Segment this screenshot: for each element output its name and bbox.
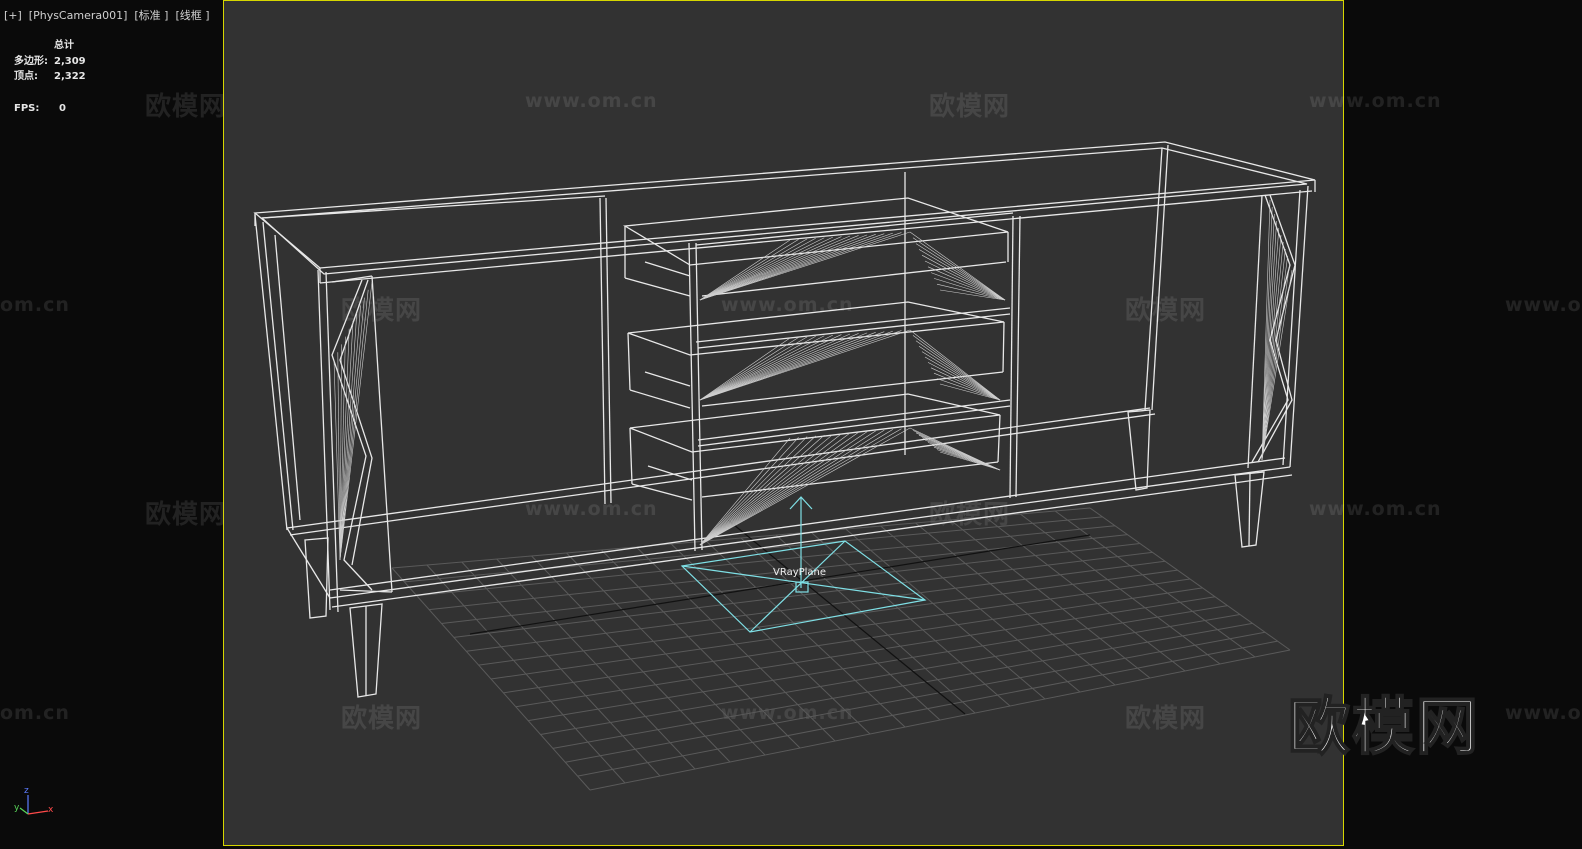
grid-line: [984, 516, 1186, 672]
string-line: [936, 283, 1006, 301]
viewport[interactable]: [+] [PhysCamera001] [标准 ] [线框 ] 总计 多边形: …: [0, 0, 1582, 849]
string-line: [909, 329, 1001, 401]
string-line: [339, 289, 369, 561]
string-line: [924, 356, 1001, 401]
string-line: [939, 383, 1001, 401]
grid-line: [461, 561, 661, 777]
string-line: [933, 278, 1006, 301]
axis-gizmo: [19, 795, 49, 815]
string-line: [699, 334, 842, 401]
string-line: [699, 236, 833, 301]
grid-line: [1089, 507, 1291, 651]
grid-line: [1054, 510, 1256, 658]
axis-z-label: z: [24, 786, 29, 796]
string-line: [927, 266, 1006, 301]
string-line: [699, 427, 911, 546]
ground-grid: [391, 507, 1291, 791]
grid-line: [601, 549, 801, 749]
string-line: [930, 367, 1001, 401]
string-line: [699, 238, 816, 301]
string-line: [912, 335, 1001, 401]
string-line: [927, 362, 1001, 401]
string-line: [699, 333, 859, 401]
string-line: [921, 254, 1006, 301]
string-line: [699, 234, 876, 301]
string-line: [912, 237, 1006, 301]
grid-line: [426, 564, 626, 784]
sideboard-wireframe[interactable]: [253, 141, 1316, 698]
grid-line: [391, 567, 591, 791]
string-line: [699, 231, 911, 301]
string-line: [915, 243, 1006, 301]
string-line: [699, 437, 799, 546]
vray-plane-gizmo[interactable]: [680, 496, 927, 633]
string-line: [918, 249, 1006, 301]
axis-x-label: x: [48, 805, 54, 815]
string-line: [699, 329, 911, 401]
string-line: [699, 434, 834, 546]
grid-line: [950, 519, 1151, 679]
string-line: [699, 433, 842, 546]
string-line: [933, 372, 1001, 401]
string-line: [699, 330, 893, 401]
string-line: [699, 237, 825, 301]
string-line: [915, 340, 1001, 401]
vray-plane-label[interactable]: VRayPlane: [773, 567, 826, 578]
string-line: [699, 436, 808, 546]
string-line: [909, 231, 1006, 301]
string-line: [699, 434, 825, 546]
grid-line: [1019, 513, 1221, 665]
brand-logo: 欧模网: [1287, 689, 1481, 764]
string-line: [699, 331, 885, 401]
string-line: [921, 351, 1001, 401]
string-line: [699, 437, 791, 546]
grid-line: [496, 558, 696, 770]
string-line: [699, 333, 851, 401]
string-line: [699, 232, 893, 301]
string-line: [699, 334, 833, 401]
axis-y-label: y: [14, 803, 20, 813]
